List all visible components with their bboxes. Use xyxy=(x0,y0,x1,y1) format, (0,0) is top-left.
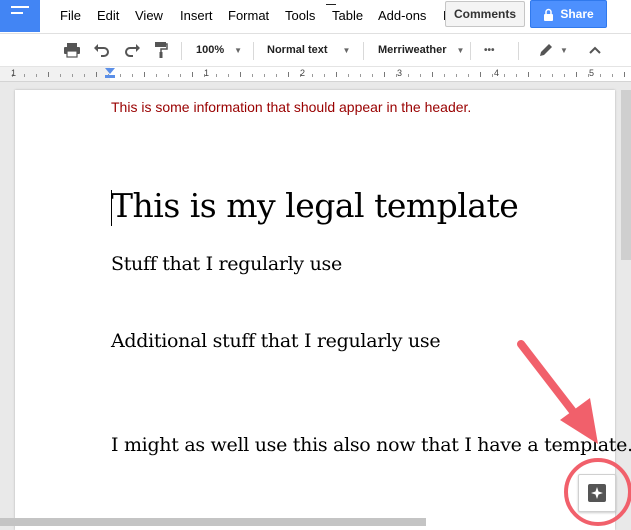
annotation-arrow xyxy=(517,340,598,444)
explore-icon xyxy=(588,484,606,502)
explore-button[interactable] xyxy=(578,474,616,512)
